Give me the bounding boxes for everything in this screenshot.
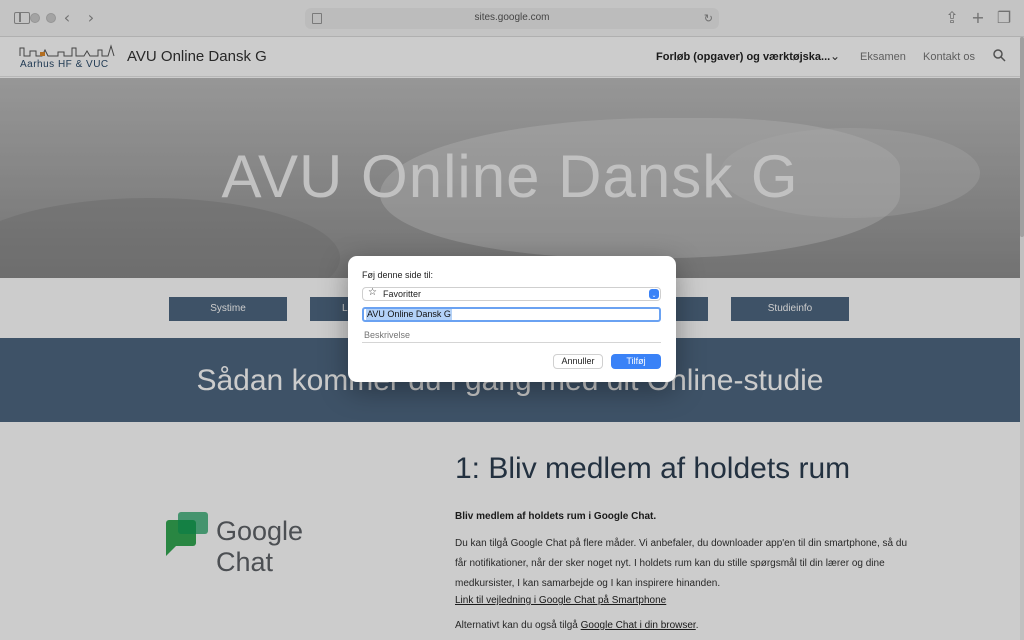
add-button[interactable]: Tilføj xyxy=(611,354,661,369)
description-field[interactable] xyxy=(362,329,661,343)
cancel-button[interactable]: Annuller xyxy=(553,354,603,369)
star-icon: ☆ xyxy=(368,287,377,298)
folder-select-value: Favoritter xyxy=(383,289,422,299)
dialog-label: Føj denne side til: xyxy=(362,270,434,280)
bookmark-name-field[interactable]: AVU Online Dansk G xyxy=(362,307,661,322)
description-input[interactable] xyxy=(364,330,654,340)
folder-select[interactable]: ☆ Favoritter ⌃ ⌄ xyxy=(362,287,661,301)
select-chevron-icon: ⌃ ⌄ xyxy=(649,288,659,299)
add-bookmark-dialog: Føj denne side til: ☆ Favoritter ⌃ ⌄ AVU … xyxy=(348,256,676,382)
bookmark-name-value: AVU Online Dansk G xyxy=(366,309,452,320)
